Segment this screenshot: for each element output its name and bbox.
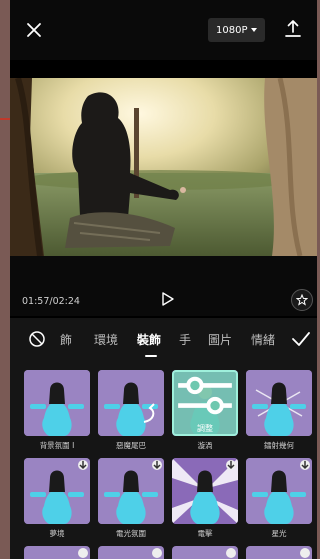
effect-item-partial[interactable] [24,546,90,559]
effect-label: 漩渦 [197,441,213,450]
category-tabs: 飾 環境 裝飾 手 圖片 情緒 [10,318,317,362]
tab-hand[interactable]: 手 [179,331,191,348]
resolution-button[interactable]: 1080P [208,18,266,42]
effect-label: 星光 [271,529,287,538]
effect-label: 夢境 [49,529,65,538]
model-preview-image [98,370,164,436]
effect-thumbnail [24,370,90,436]
download-icon [78,548,88,558]
tab-environment[interactable]: 環境 [94,331,118,348]
effects-panel: 飾 環境 裝飾 手 圖片 情緒 背景氛圍 I 惡魔尾巴 調整 漩渦 鐳射幾何 夢… [10,318,317,559]
effect-thumbnail [98,370,164,436]
tab-decoration[interactable]: 裝飾 [137,331,161,348]
model-preview-image [246,370,312,436]
effect-label: 鐳射幾何 [264,441,294,450]
effect-item-swirl[interactable]: 調整 漩渦 [172,370,238,451]
top-bar: 1080P [10,0,317,60]
effect-item-starlight[interactable]: 星光 [246,458,312,539]
video-frame-image [10,78,317,256]
star-icon [296,294,308,306]
download-icon [152,460,162,470]
effect-thumbnail [24,458,90,524]
effect-item-electric-shock[interactable]: 電擊 [172,458,238,539]
effect-item-partial[interactable] [246,546,312,559]
effect-label: 惡魔尾巴 [116,441,146,450]
no-effect-icon[interactable] [28,330,46,348]
tab-partial[interactable]: 飾 [60,331,72,348]
effect-thumbnail [98,458,164,524]
model-preview-image [24,370,90,436]
resolution-label: 1080P [216,24,248,36]
effect-thumbnail [246,546,312,559]
export-upload-icon[interactable] [282,18,304,40]
effect-item-partial[interactable] [172,546,238,559]
favorite-button[interactable] [291,289,313,311]
effect-label: 電光氛圍 [116,529,146,538]
effect-thumbnail [172,458,238,524]
download-icon [300,548,310,558]
video-preview[interactable] [10,78,317,256]
download-icon [226,548,236,558]
phone-screen: 1080P 01:57/02:24 飾 環境 裝飾 手 圖片 情緒 背景氛圍 I… [10,0,317,559]
adjust-sliders-icon [178,376,232,415]
download-icon [152,548,162,558]
effect-thumbnail [246,370,312,436]
tab-image[interactable]: 圖片 [208,331,232,348]
effect-label: 電擊 [197,529,213,538]
download-icon [300,460,310,470]
download-icon [226,460,236,470]
tab-emotion[interactable]: 情緒 [251,331,275,348]
close-icon[interactable] [24,20,44,40]
effect-thumbnail [98,546,164,559]
effect-item-electric-atmosphere[interactable]: 電光氛圍 [98,458,164,539]
playback-bar: 01:57/02:24 [10,256,317,316]
effect-thumbnail [246,458,312,524]
effect-thumbnail [24,546,90,559]
effect-item-laser-geometry[interactable]: 鐳射幾何 [246,370,312,451]
effect-label: 背景氛圍 I [39,441,75,450]
effect-thumbnail: 調整 [172,370,238,436]
effect-item-devil-tail[interactable]: 惡魔尾巴 [98,370,164,451]
effect-item-partial[interactable] [98,546,164,559]
effect-item-dreamland[interactable]: 夢境 [24,458,90,539]
adjust-label: 調整 [197,424,213,433]
active-tab-indicator [145,355,157,357]
effect-item-background-atmosphere[interactable]: 背景氛圍 I [24,370,90,451]
effect-thumbnail [172,546,238,559]
selected-adjust-overlay[interactable]: 調整 [172,370,238,436]
time-readout: 01:57/02:24 [22,296,80,307]
download-icon [78,460,88,470]
play-icon[interactable] [160,291,176,307]
chevron-down-icon [251,28,258,32]
checkmark-icon[interactable] [291,330,311,348]
